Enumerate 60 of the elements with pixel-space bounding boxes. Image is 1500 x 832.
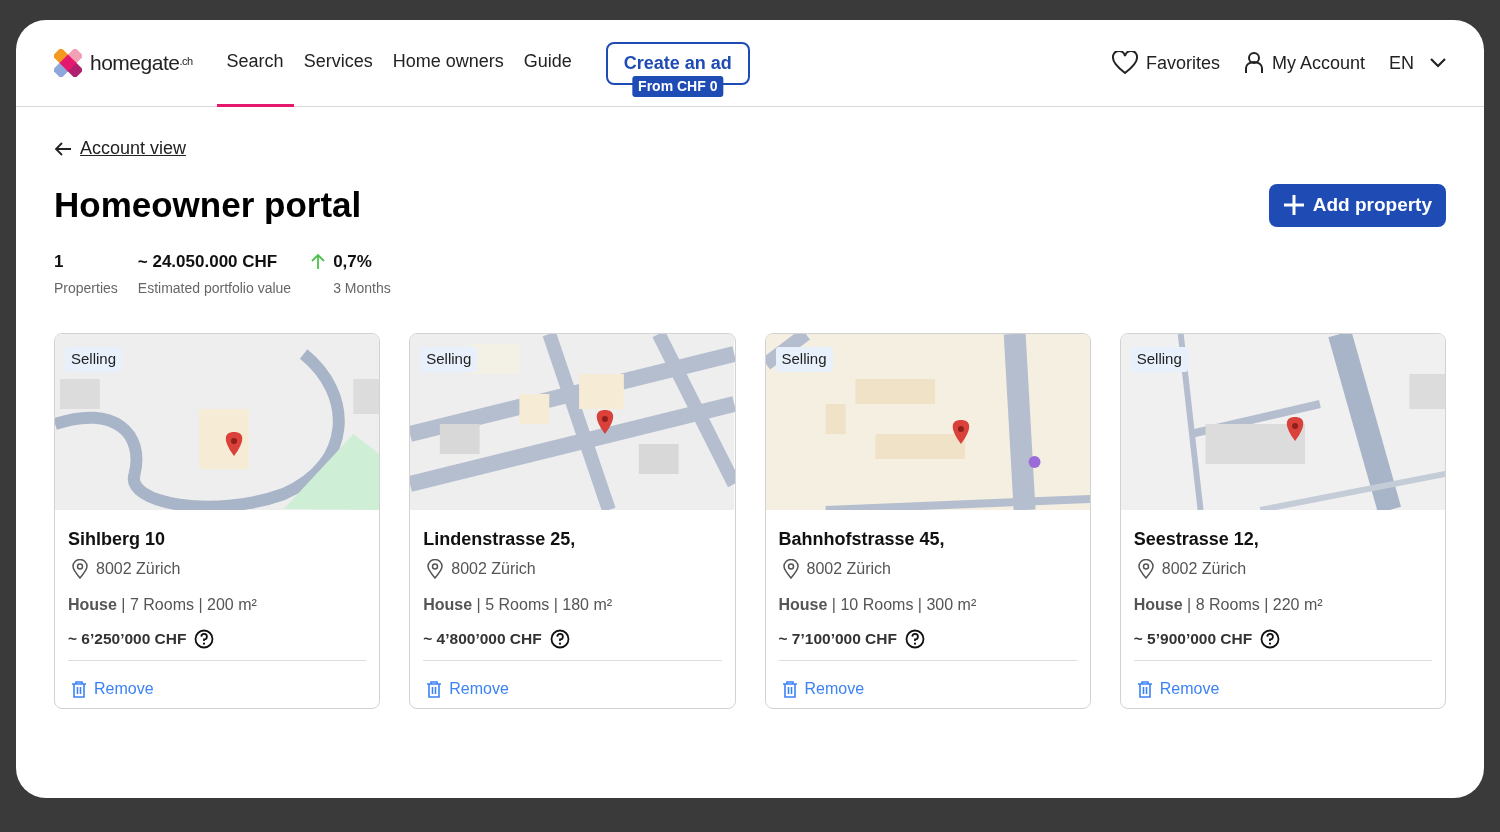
nav-tab[interactable]: Home owners [382,20,514,107]
property-city: 8002 Zürich [96,559,181,579]
property-name: Bahnhofstrasse 45, [778,528,946,551]
stat-value: 0,7% [333,250,372,273]
property-price: ~ 5’900’000 CHF [1133,629,1253,649]
status-badge: Selling [420,347,478,372]
stat-label: Properties [54,279,118,298]
location-pin-icon [427,559,444,579]
property-city: 8002 Zürich [1161,559,1247,579]
remove-button[interactable]: Remove [1159,677,1220,702]
property-city: 8002 Zürich [806,559,891,579]
property-price: ~ 7’100’000 CHF [778,629,897,649]
nav-tab[interactable]: Search [216,20,294,107]
logo[interactable]: homegate$^{.ch}$ [90,47,193,79]
account-link[interactable]: My Account [1271,49,1365,77]
page-title: Homeowner portal [54,184,362,227]
stat-value: 1 [54,250,64,273]
remove-button[interactable]: Remove [804,677,865,702]
property-price: ~ 6’250’000 CHF [68,629,187,649]
favorites-link[interactable]: Favorites [1145,49,1220,77]
property-specs: House | 7 Rooms | 200 m² [68,595,258,615]
help-icon[interactable] [1260,628,1281,649]
property-city: 8002 Zürich [451,559,536,579]
location-pin-icon [782,559,799,579]
nav-tab[interactable]: Services [293,20,383,107]
status-badge: Selling [65,347,123,372]
remove-button[interactable]: Remove [449,677,509,702]
location-pin-icon [72,559,88,579]
add-property-button[interactable]: Add property [1268,184,1446,227]
back-link[interactable]: Account view [80,135,187,162]
status-badge: Selling [1130,347,1188,372]
stat-label: 3 Months [332,279,391,298]
price-badge: From CHF 0 [632,75,724,97]
location-pin-icon [1137,559,1154,579]
nav-tab[interactable]: Guide [513,20,582,107]
trash-icon[interactable] [72,680,86,698]
plus-icon [1282,194,1305,217]
help-icon[interactable] [905,628,925,649]
property-name: Seestrasse 12, [1133,528,1260,551]
remove-button[interactable]: Remove [94,677,154,702]
chevron-down-icon[interactable] [1430,58,1446,68]
property-specs: House | 8 Rooms | 220 m² [1133,595,1324,615]
property-specs: House | 5 Rooms | 180 m² [423,595,614,615]
trash-icon[interactable] [782,680,797,698]
stat-label: Estimated portfolio value [137,279,292,298]
user-icon[interactable] [1243,52,1264,74]
property-specs: House | 10 Rooms | 300 m² [778,595,978,615]
logo-icon [54,49,82,77]
property-price: ~ 4’800’000 CHF [423,629,542,649]
back-arrow-icon[interactable] [54,141,72,156]
status-badge: Selling [775,347,833,372]
help-icon[interactable] [194,628,215,649]
heart-icon[interactable] [1111,51,1138,75]
property-name: Lindenstrasse 25, [423,528,577,551]
stat-value: ~ 24.050.000 CHF [137,250,278,273]
property-name: Sihlberg 10 [68,528,167,551]
trash-icon[interactable] [1137,680,1152,698]
language-selector[interactable]: EN [1389,49,1414,77]
trash-icon[interactable] [427,680,442,698]
help-icon[interactable] [549,628,570,649]
